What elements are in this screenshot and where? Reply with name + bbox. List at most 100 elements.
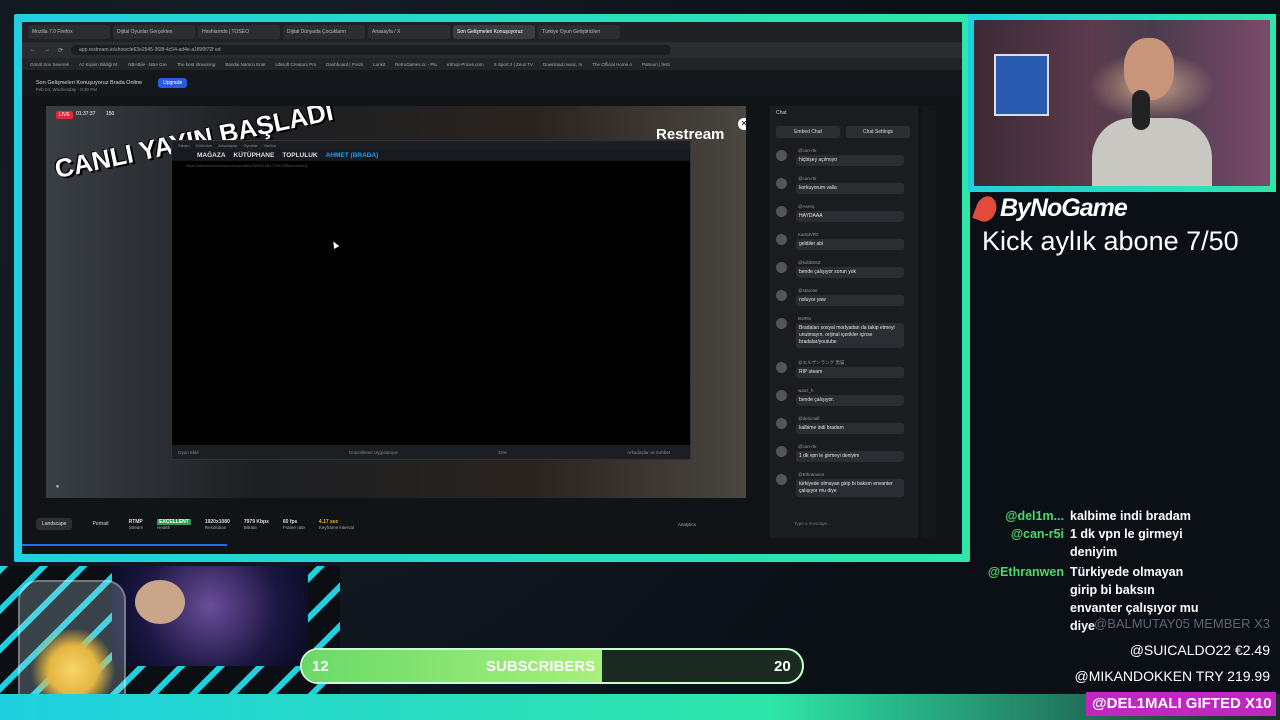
stream-stats-bar: Landscape Portrait RTMP Stream EXCELLENT H… xyxy=(36,512,756,536)
chat-settings-button[interactable]: Chat Settings xyxy=(846,126,910,138)
bookmark[interactable]: Patreon | festi xyxy=(642,62,670,67)
brand-name: ByNoGame xyxy=(1000,194,1128,222)
update-status: Güncelleme Uygulanıyor xyxy=(348,449,399,455)
friends-chat-button[interactable]: Arkadaşlar ve Sohbet xyxy=(627,450,670,455)
chat-text: Bradaları sosyal modyadan da takip etmey… xyxy=(796,323,904,348)
chat-username: @starone xyxy=(798,288,818,293)
chat-input[interactable]: Type a message... xyxy=(774,518,912,530)
chat-username: @can-r5i xyxy=(798,176,817,181)
steam-nav-community[interactable]: TOPLULUK xyxy=(282,152,317,159)
bookmark[interactable]: Lunkit xyxy=(373,62,385,67)
close-icon[interactable]: ✕ xyxy=(738,118,746,130)
bookmark[interactable]: Ubisoft Creators Pro xyxy=(275,62,316,67)
stat-label: Health xyxy=(157,524,171,530)
streamer-head xyxy=(1124,38,1174,100)
steam-nav: MAĞAZA KÜTÜPHANE TOPLULUK AHMET (BRADA) xyxy=(172,149,690,161)
tab-bar: Mozilla 7.0 Firefox Dijital Oyunlar Gerç… xyxy=(22,22,962,42)
overlay-chat-text: 1 dk vpn le girmeyi deniyim xyxy=(1070,527,1183,559)
stat-bitrate: 7979 Kbps Bitrate xyxy=(244,519,269,530)
steam-nav-library[interactable]: KÜTÜPHANE xyxy=(234,152,275,159)
browser-tab-active[interactable]: Son Gelişmeleri Konuşuyoruz xyxy=(453,25,535,39)
steam-menu-item[interactable]: Steam xyxy=(178,143,190,148)
stat-label: Bitrate xyxy=(243,524,257,530)
bookmark[interactable]: The Official Home o xyxy=(592,62,632,67)
browser-tab[interactable]: Anasayfa / X xyxy=(368,25,450,39)
chat-username: @del1mall xyxy=(798,416,820,421)
browser-tab[interactable]: Heshiarndo | TOSEO xyxy=(198,25,280,39)
update-percent: 32% xyxy=(498,449,508,455)
bookmark[interactable]: Bandai Namco Ente xyxy=(225,62,265,67)
avatar xyxy=(776,446,787,457)
reload-icon[interactable]: ⟳ xyxy=(58,47,63,54)
chat-text: geldiler abi xyxy=(796,239,904,250)
chat-text: bende çalışıyor sorun yok xyxy=(796,267,904,278)
steam-menu-item[interactable]: Görünüm xyxy=(196,143,213,148)
upgrade-button[interactable]: Upgrade xyxy=(158,78,188,88)
steam-nav-store[interactable]: MAĞAZA xyxy=(197,152,226,159)
landscape-toggle[interactable]: Landscape xyxy=(36,518,73,530)
steam-nav-profile[interactable]: AHMET (BRADA) xyxy=(326,152,379,159)
sub-goal-label: SUBSCRIBERS xyxy=(486,658,596,675)
overlay-chat-user: @can-r5i xyxy=(1010,527,1064,541)
avatar xyxy=(776,418,787,429)
poster xyxy=(994,54,1049,116)
bynogame-logo-icon xyxy=(972,192,1000,225)
live-badge: LIVE xyxy=(56,111,73,119)
webcam-feed xyxy=(974,20,1270,186)
overlay-chat-user: @del1m... xyxy=(1005,509,1064,523)
mouse-cursor-icon xyxy=(330,239,340,250)
browser-tab[interactable]: Dijital Oyunlar Gerçekten xyxy=(113,25,195,39)
gifted-alert: @DEL1MALI GIFTED X10 xyxy=(1086,692,1276,716)
analytics-button[interactable]: Analytics xyxy=(678,522,696,527)
sub-goal-start: 12 xyxy=(312,658,329,675)
steam-menu-item[interactable]: Yardım xyxy=(263,143,276,148)
address-input[interactable]: app.restream.io/showcfe63e2545-368f-4c54… xyxy=(71,45,672,55)
browser-tab[interactable]: Mozilla 7.0 Firefox xyxy=(28,25,110,39)
forward-icon[interactable]: → xyxy=(44,47,50,53)
chat-username: @can-r5i xyxy=(798,148,817,153)
floating-face xyxy=(135,580,185,624)
browser-window: Mozilla 7.0 Firefox Dijital Oyunlar Gerç… xyxy=(22,22,962,554)
avatar xyxy=(776,178,787,189)
browser-tab[interactable]: Türkiye Oyun Geliştiricileri xyxy=(538,25,620,39)
chat-username: wanz_h xyxy=(798,388,814,393)
embed-chat-button[interactable]: Embed Chat xyxy=(776,126,840,138)
bookmark[interactable]: Gönül Son Severek xyxy=(30,62,69,67)
bookmark[interactable]: The best streaming xyxy=(177,62,216,67)
bookmark[interactable]: eShop-Prices.com xyxy=(447,62,484,67)
stat-resolution: 1920x1080 Resolution xyxy=(205,519,230,530)
bookmark[interactable]: Download music, m xyxy=(543,62,582,67)
portrait-toggle[interactable]: Portrait xyxy=(86,518,114,530)
back-icon[interactable]: ← xyxy=(30,47,36,53)
bookmark[interactable]: S Sport 2 | Zeus TV xyxy=(494,62,533,67)
bookmark[interactable]: RetroGames.cc - Pla xyxy=(395,62,437,67)
chat-header: Chat xyxy=(776,110,787,116)
stat-rtmp: RTMP Stream xyxy=(129,519,144,530)
page-header: Son Gelişmeleri Konuşuyoruz Brada Online… xyxy=(22,70,962,96)
stat-label: Keyframe interval xyxy=(318,524,354,530)
chat-text: bende çalışıyor. xyxy=(796,395,904,406)
webcam-frame xyxy=(968,14,1276,192)
stat-label: Resolution xyxy=(204,524,227,530)
screen-capture-frame: Mozilla 7.0 Firefox Dijital Oyunlar Gerç… xyxy=(14,14,970,562)
steam-menu-item[interactable]: Arkadaşlar xyxy=(218,143,237,148)
subscriber-goal-bar: 12 SUBSCRIBERS 20 xyxy=(300,648,804,684)
kick-sub-goal: Kick aylık abone 7/50 xyxy=(982,226,1239,256)
chat-text: HAYDAAA xyxy=(796,211,904,222)
bookmark[interactable]: Az Kişinin Bildiği M. xyxy=(79,62,118,67)
chat-text: kalbime indi bradam xyxy=(796,423,904,434)
page-title: Son Gelişmeleri Konuşuyoruz Brada Online xyxy=(36,80,143,86)
browser-tab[interactable]: Dijital Dünyada Çocukların xyxy=(283,25,365,39)
sub-goal-end: 20 xyxy=(774,658,791,675)
avatar xyxy=(776,206,787,217)
bookmark[interactable]: Dashboard | Prezii xyxy=(326,62,363,67)
avatar xyxy=(776,318,787,329)
bookmark[interactable]: NBABile - NBA Gre xyxy=(128,62,167,67)
add-game-button[interactable]: Oyun Ekle xyxy=(178,450,199,455)
avatar xyxy=(776,474,787,485)
chat-username: @kubb5SZ xyxy=(798,260,821,265)
chat-text: RIP steam xyxy=(796,367,904,378)
pause-icon[interactable]: ⏸ xyxy=(56,484,59,491)
steam-menu-item[interactable]: Oyunlar xyxy=(243,143,257,148)
avatar xyxy=(776,290,787,301)
